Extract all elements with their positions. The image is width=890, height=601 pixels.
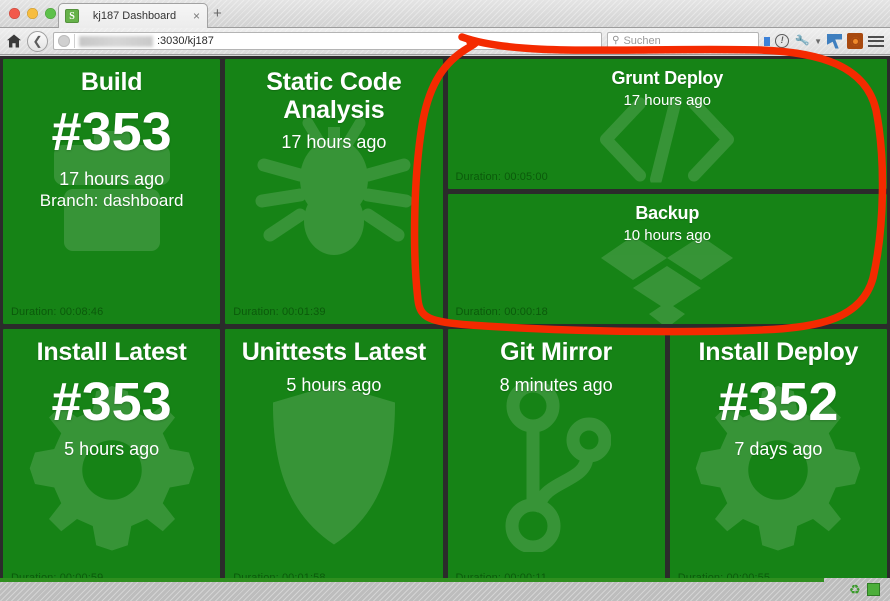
orange-gear-icon[interactable]: [847, 33, 863, 49]
green-square-icon[interactable]: [867, 583, 880, 596]
tile-git-mirror[interactable]: Git Mirror 8 minutes ago Duration: 00:00…: [447, 329, 665, 578]
circle-info-icon[interactable]: !: [775, 34, 790, 48]
tile-duration: Duration: 00:05:00: [455, 171, 548, 183]
caret-down-icon[interactable]: ▼: [814, 37, 822, 46]
tile-title: Backup: [635, 203, 700, 223]
home-icon[interactable]: [6, 33, 22, 49]
tile-timestamp: 8 minutes ago: [499, 374, 613, 395]
git-branch-icon: [501, 382, 612, 553]
tile-unittests-latest[interactable]: Unittests Latest 5 hours ago Duration: 0…: [225, 329, 443, 578]
tile-timestamp: 10 hours ago: [623, 226, 712, 244]
tile-title: Static Code Analysis: [266, 68, 402, 124]
tile-install-deploy[interactable]: Install Deploy #352 7 days ago Duration:…: [669, 329, 887, 578]
back-button[interactable]: ❮: [27, 30, 48, 52]
tile-static-code-analysis[interactable]: Static Code Analysis 17 hours ago Durati…: [225, 59, 443, 324]
tile-duration: Duration: 00:00:55: [677, 572, 771, 578]
wrench-icon[interactable]: 🔧: [792, 32, 811, 50]
tile-title: Grunt Deploy: [611, 68, 724, 88]
tile-duration: Duration: 00:00:59: [11, 572, 104, 578]
new-tab-button[interactable]: +: [213, 6, 222, 21]
hamburger-menu-icon[interactable]: [868, 35, 884, 47]
tile-timestamp: 5 hours ago: [286, 374, 382, 395]
tile-title: Install Latest: [36, 338, 187, 366]
tile-duration: Duration: 00:00:11: [455, 572, 547, 578]
dashboard-bottom-edge: [0, 578, 824, 582]
os-taskbar: ♻: [0, 578, 890, 601]
tile-build-number: #352: [718, 371, 839, 432]
blue-bar-icon[interactable]: [764, 36, 771, 46]
search-input[interactable]: ⚲ Suchen: [607, 32, 760, 50]
tile-grunt-deploy[interactable]: Grunt Deploy 17 hours ago Duration: 00:0…: [447, 59, 887, 189]
tile-duration: Duration: 00:01:39: [233, 306, 326, 318]
tile-branch: Branch: dashboard: [39, 191, 184, 211]
blue-cursor-icon[interactable]: [827, 33, 842, 49]
recycle-icon[interactable]: ♻: [849, 583, 862, 596]
browser-tab[interactable]: kj187 Dashboard ×: [58, 3, 208, 28]
screenshot-root: kj187 Dashboard × + ❮ :3030/kj187 ⚲ S: [0, 0, 890, 601]
tile-title: Install Deploy: [698, 338, 859, 366]
address-bar[interactable]: :3030/kj187: [53, 32, 603, 50]
address-redacted-host: [79, 35, 153, 47]
tile-build-number: #353: [51, 371, 172, 432]
tab-close-icon[interactable]: ×: [190, 10, 203, 23]
globe-icon: [58, 35, 70, 47]
address-bar-divider: [74, 34, 75, 48]
tile-build[interactable]: Build #353 17 hours ago Branch: dashboar…: [3, 59, 221, 324]
dashboard-grid: Build #353 17 hours ago Branch: dashboar…: [3, 59, 887, 578]
tile-timestamp: 17 hours ago: [59, 168, 165, 189]
window-maximize-button[interactable]: [45, 8, 56, 19]
search-icon: ⚲: [612, 35, 620, 46]
tile-backup[interactable]: Backup 10 hours ago Duration: 00:00:18: [447, 194, 887, 324]
window-minimize-button[interactable]: [27, 8, 38, 19]
search-placeholder: Suchen: [623, 35, 661, 47]
tile-install-latest[interactable]: Install Latest #353 5 hours ago Duration…: [3, 329, 221, 578]
navigation-toolbar: ❮ :3030/kj187 ⚲ Suchen ! 🔧 ▼: [0, 28, 890, 55]
address-bar-text: :3030/kj187: [157, 35, 214, 47]
tab-favicon-icon: [65, 9, 79, 23]
tile-timestamp: 7 days ago: [734, 438, 823, 459]
tile-title: Build: [80, 68, 143, 96]
tile-duration: Duration: 00:00:18: [455, 306, 548, 318]
tile-duration: Duration: 00:08:46: [11, 306, 104, 318]
shield-icon: [269, 382, 399, 547]
tile-timestamp: 17 hours ago: [623, 91, 712, 109]
tile-title: Git Mirror: [500, 338, 613, 366]
tab-strip: kj187 Dashboard × +: [0, 0, 890, 28]
tile-timestamp: 5 hours ago: [64, 438, 160, 459]
window-close-button[interactable]: [9, 8, 20, 19]
window-traffic-lights: [9, 8, 56, 19]
dashboard-panel: Build #353 17 hours ago Branch: dashboar…: [0, 56, 890, 578]
tile-duration: Duration: 00:01:58: [233, 572, 326, 578]
tile-title: Unittests Latest: [241, 338, 427, 366]
dropbox-icon: [597, 232, 737, 324]
tab-title: kj187 Dashboard: [92, 10, 177, 22]
browser-window: kj187 Dashboard × + ❮ :3030/kj187 ⚲ S: [0, 0, 890, 578]
tile-build-number: #353: [51, 101, 172, 162]
tile-timestamp: 17 hours ago: [281, 132, 387, 152]
